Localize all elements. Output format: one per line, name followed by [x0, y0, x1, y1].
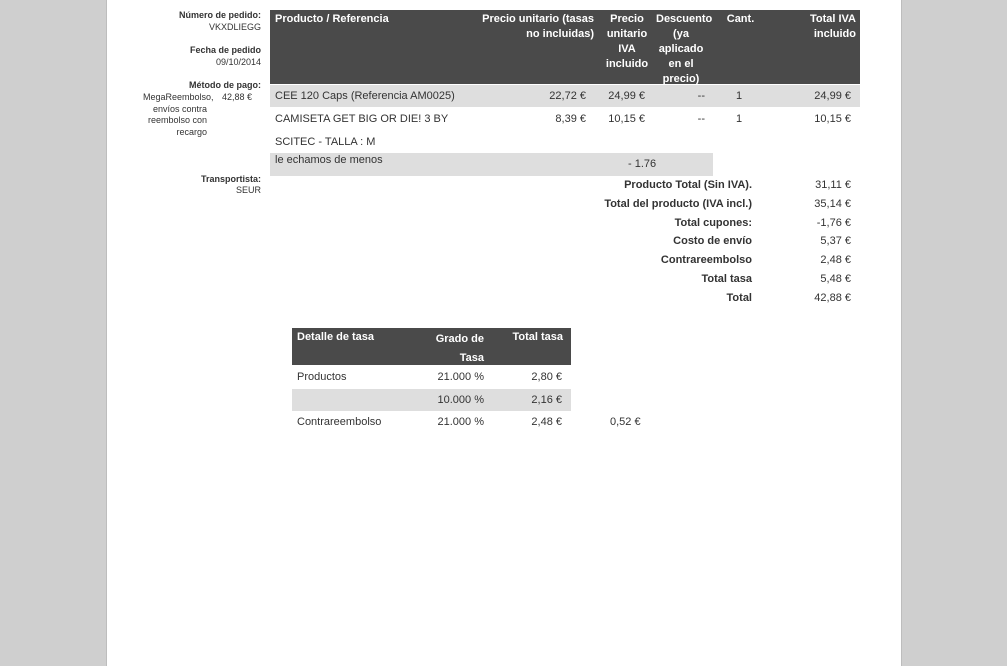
table-row: CEE 120 Caps (Referencia AM0025) 22,72 €…	[270, 85, 860, 107]
product-variant: SCITEC - TALLA : M	[275, 136, 376, 148]
voucher-row: le echamos de menos - 1.76	[270, 153, 713, 176]
order-date: 09/10/2014	[215, 57, 261, 67]
tax-detail: Contrareembolso	[297, 416, 382, 428]
unit-price-iva: 24,99 €	[608, 90, 645, 102]
tax-detail: Productos	[297, 371, 347, 383]
tax-header-total: Total tasa	[512, 331, 563, 343]
tax-header-rate: Grado de Tasa	[435, 333, 484, 364]
header-product: Producto / Referencia	[275, 13, 389, 25]
tax-rate: 21.000 %	[437, 416, 484, 428]
tax-table-header: Detalle de tasa Grado de Tasa Total tasa	[292, 328, 571, 365]
voucher-value: - 1.76	[628, 158, 657, 170]
quantity: 1	[736, 113, 743, 125]
voucher-name: le echamos de menos	[275, 154, 383, 166]
order-date-label: Fecha de pedido	[189, 45, 261, 55]
discount: --	[697, 90, 705, 102]
payment-method-name: MegaReembolso, envíos contra reembolso c…	[143, 92, 214, 138]
unit-price: 22,72 €	[549, 90, 586, 102]
header-total-iva: Total IVA incluido	[809, 13, 856, 40]
discount: --	[697, 113, 705, 125]
total-label: Total tasa	[701, 273, 752, 285]
order-number-label: Número de pedido:	[178, 10, 261, 20]
order-info: Número de pedido: VKXDLIEGG Fecha de ped…	[137, 0, 261, 220]
total-label: Contrareembolso	[660, 254, 752, 266]
tax-row: Productos 21.000 % 2,80 €	[292, 366, 571, 388]
carrier-label: Transportista:	[200, 174, 261, 184]
total-label: Costo de envío	[673, 235, 752, 247]
unit-price: 8,39 €	[555, 113, 586, 125]
grand-total-label: Total	[726, 292, 752, 304]
total-value: 31,11 €	[815, 179, 851, 191]
tax-extra: 0,52 €	[610, 416, 641, 428]
products-table-header: Producto / Referencia Precio unitario (t…	[270, 10, 860, 85]
header-discount: Descuento (ya aplicado en el precio)	[656, 13, 713, 85]
total-value: 2,48 €	[820, 254, 851, 266]
header-unit-price: Precio unitario (tasas no incluidas)	[482, 13, 594, 40]
total-value: 5,37 €	[820, 235, 851, 247]
grand-total-value: 42,88 €	[814, 292, 851, 304]
product-name: CAMISETA GET BIG OR DIE! 3 BY	[275, 113, 449, 125]
total-label: Producto Total (Sin IVA).	[624, 179, 752, 191]
tax-total: 2,80 €	[531, 371, 562, 383]
row-total: 10,15 €	[814, 113, 851, 125]
product-name: CEE 120 Caps (Referencia AM0025)	[275, 90, 455, 102]
quantity: 1	[736, 90, 743, 102]
order-number: VKXDLIEGG	[208, 22, 261, 32]
payment-method-label: Método de pago:	[189, 80, 261, 90]
header-unit-price-iva: Precio unitario IVA incluido	[605, 13, 649, 70]
row-total: 24,99 €	[814, 90, 851, 102]
total-value: 5,48 €	[820, 273, 851, 285]
tax-total: 2,48 €	[531, 416, 562, 428]
tax-rate: 21.000 %	[437, 371, 484, 383]
invoice-page: Número de pedido: VKXDLIEGG Fecha de ped…	[106, 0, 902, 666]
total-value: -1,76 €	[816, 217, 851, 229]
unit-price-iva: 10,15 €	[608, 113, 645, 125]
table-row: CAMISETA GET BIG OR DIE! 3 BY SCITEC - T…	[270, 108, 860, 152]
tax-header-detail: Detalle de tasa	[297, 331, 375, 343]
header-qty: Cant.	[726, 13, 755, 25]
tax-row: 10.000 % 2,16 €	[292, 389, 571, 411]
tax-row: Contrareembolso 21.000 % 2,48 € 0,52 €	[292, 411, 652, 433]
total-value: 35,14 €	[814, 198, 851, 210]
tax-total: 2,16 €	[531, 394, 562, 406]
total-label: Total del producto (IVA incl.)	[604, 198, 752, 210]
carrier-name: SEUR	[235, 185, 261, 195]
total-label: Total cupones:	[674, 217, 752, 229]
tax-rate: 10.000 %	[437, 394, 484, 406]
payment-amount: 42,88 €	[222, 92, 253, 102]
